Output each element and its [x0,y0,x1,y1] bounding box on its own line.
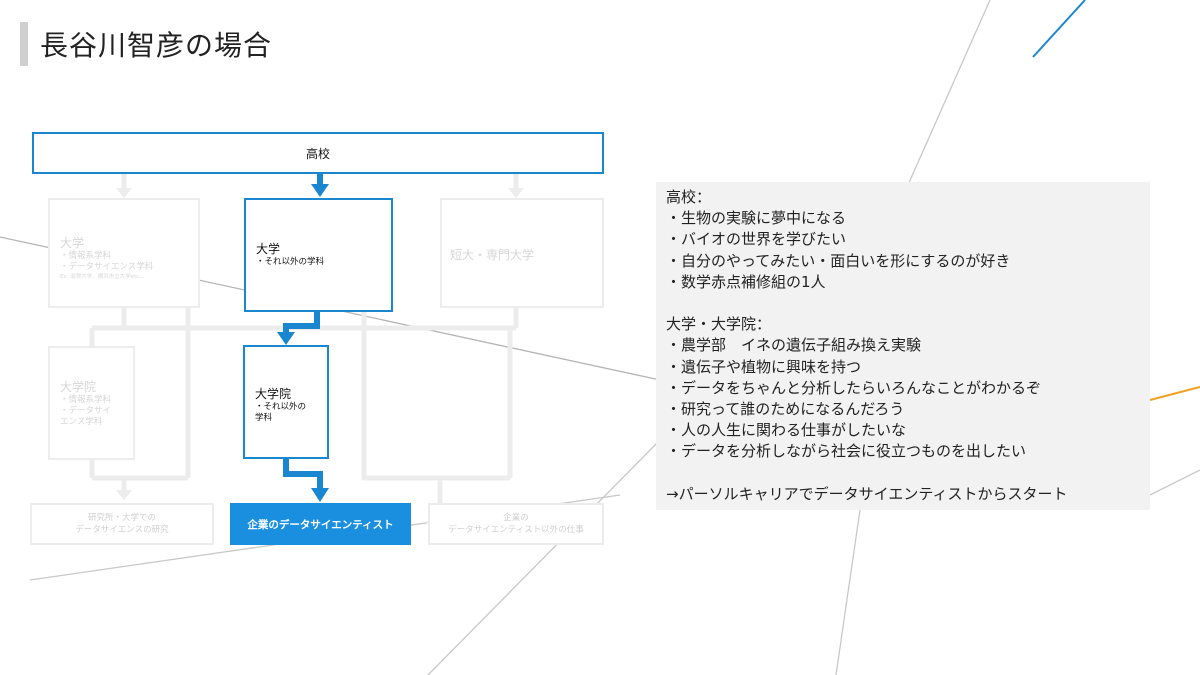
node-grad-other-line: 学科 [255,413,273,423]
title-accent-bar [20,22,28,66]
notes-line: ・人の人生に関わる仕事がしたいな [666,421,907,440]
node-high-school-label: 高校 [305,146,330,161]
notes-line: →パーソルキャリアでデータサイエンティストからスタート [666,484,1068,503]
node-research-line: 研究所・大学での [87,513,156,523]
notes-line: ・農学部 イネの遺伝子組み換え実験 [666,336,922,355]
node-univ-ds-line: ・情報系学科 [60,251,112,261]
node-univ-ds-line: ・データサイエンス学科 [60,262,154,272]
node-grad-other-line: ・それ以外の [255,402,307,412]
node-grad-other-title: 大学院 [255,387,292,401]
node-junior-college: 短大・専門大学 [440,198,604,308]
node-grad-data-science: 大学院 ・情報系学科 ・データサイ エンス学科 [48,346,135,460]
notes-line: ・バイオの世界を学びたい [666,230,847,249]
node-grad-ds-line: ・情報系学科 [60,395,112,405]
node-final-label: 企業のデータサイエンティスト [247,518,394,531]
node-grad-ds-line: ・データサイ [60,406,112,416]
notes-line: ・自分のやってみたい・面白いを形にするのが好き [666,251,1011,270]
node-grad-other: 大学院 ・それ以外の 学科 [243,345,329,459]
notes-line [666,293,1140,314]
node-corporate-data-scientist: 企業のデータサイエンティスト [230,503,411,545]
node-junior-college-label: 短大・専門大学 [450,248,535,262]
node-univ-other-line: ・それ以外の学科 [256,257,325,267]
node-high-school: 高校 [32,132,604,174]
notes-line: ・遺伝子や植物に興味を持つ [666,357,862,376]
node-univ-data-science: 大学 ・情報系学科 ・データサイエンス学科 Ex. 滋賀大学、横浜市立大学etc… [48,198,200,308]
notes-line: 大学・大学院： [666,315,772,334]
notes-line: 高校： [666,188,712,206]
node-univ-ds-note: Ex. 滋賀大学、横浜市立大学etc... [60,274,145,280]
page-title: 長谷川智彦の場合 [40,29,273,62]
notes-line: ・研究って誰のためになるんだろう [666,400,905,419]
notes-panel: 高校： ・生物の実験に夢中になる ・バイオの世界を学びたい ・自分のやってみたい… [656,182,1150,510]
node-grad-ds-line: エンス学科 [60,417,103,427]
node-other-jobs-line: 企業の [503,513,529,523]
notes-line [666,463,1140,484]
node-other-jobs-line: データサイエンティスト以外の仕事 [448,525,584,535]
node-univ-other-title: 大学 [256,242,281,256]
node-other-jobs: 企業の データサイエンティスト以外の仕事 [428,503,604,545]
notes-line: ・データを分析しながら社会に役立つものを出したい [666,442,1027,461]
node-research: 研究所・大学での データサイエンスの研究 [30,503,214,545]
node-univ-ds-title: 大学 [60,236,85,250]
node-research-line: データサイエンスの研究 [75,525,169,535]
notes-line: ・数学赤点補修組の1人 [666,272,826,291]
notes-line: ・データをちゃんと分析したらいろんなことがわかるぞ [666,378,1042,397]
notes-line: ・生物の実験に夢中になる [666,209,847,228]
node-grad-ds-title: 大学院 [60,380,97,394]
node-univ-other: 大学 ・それ以外の学科 [244,198,393,312]
